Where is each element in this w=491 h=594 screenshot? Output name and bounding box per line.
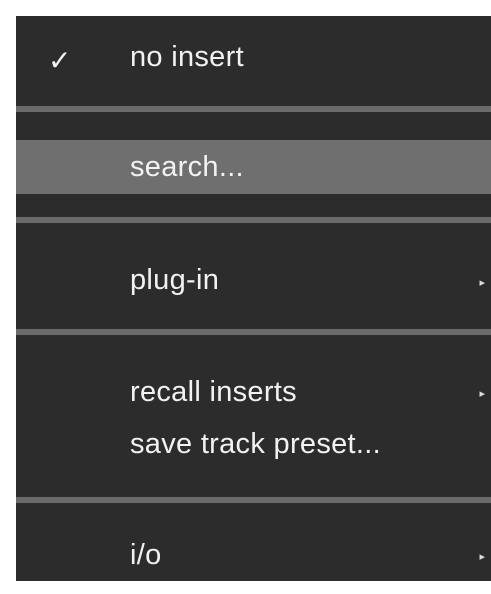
context-menu: ✓ no insert search... plug-in ▸ recall i…	[16, 16, 491, 581]
menu-separator	[16, 217, 491, 223]
menu-item-label: recall inserts	[130, 376, 297, 408]
menu-item-recall-inserts[interactable]: recall inserts ▸	[16, 366, 491, 416]
checkmark-icon: ✓	[48, 44, 72, 76]
menu-item-io[interactable]: i/o ▸	[16, 528, 491, 581]
submenu-arrow-icon: ▸	[479, 388, 485, 400]
menu-item-label: plug-in	[130, 264, 220, 296]
menu-separator	[16, 497, 491, 503]
menu-item-label: no insert	[130, 41, 244, 73]
submenu-arrow-icon: ▸	[479, 551, 485, 563]
menu-separator	[16, 106, 491, 112]
submenu-arrow-icon: ▸	[479, 277, 485, 289]
menu-item-label: search...	[130, 151, 244, 183]
menu-item-label: i/o	[130, 539, 162, 571]
menu-item-no-insert[interactable]: ✓ no insert	[16, 16, 491, 104]
menu-item-search[interactable]: search...	[16, 140, 491, 194]
menu-item-save-track-preset[interactable]: save track preset...	[16, 418, 491, 468]
menu-item-plug-in[interactable]: plug-in ▸	[16, 252, 491, 310]
menu-separator	[16, 329, 491, 335]
menu-item-label: save track preset...	[130, 428, 381, 460]
